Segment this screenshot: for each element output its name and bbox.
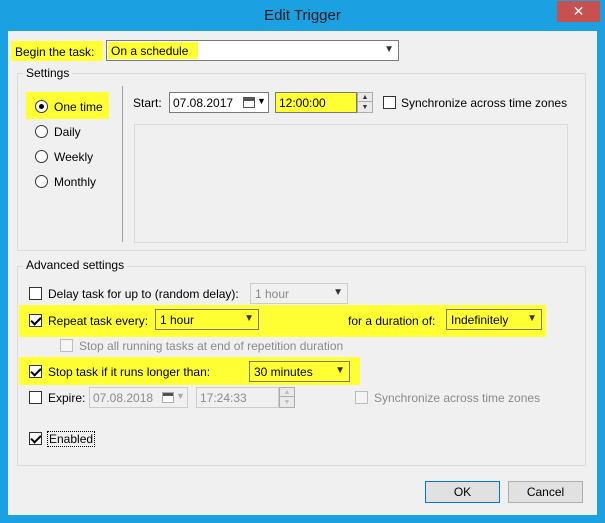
delay-checkbox[interactable] bbox=[29, 287, 42, 300]
chevron-down-icon: ▼ bbox=[244, 313, 254, 324]
stop-all-checkbox[interactable] bbox=[60, 339, 73, 352]
delay-value: 1 hour bbox=[255, 287, 290, 301]
repeat-label: Repeat task every: bbox=[48, 314, 149, 328]
calendar-icon bbox=[243, 97, 255, 108]
expire-time-value: 17:24:33 bbox=[200, 391, 247, 405]
expire-time-field[interactable]: 17:24:33 bbox=[196, 387, 279, 408]
expire-sync-label: Synchronize across time zones bbox=[374, 391, 541, 405]
chevron-down-icon: ▼ bbox=[384, 44, 394, 55]
radio-daily[interactable] bbox=[35, 125, 48, 138]
radio-weekly-label: Weekly bbox=[54, 150, 94, 164]
ok-button[interactable]: OK bbox=[425, 481, 500, 503]
begin-task-label: Begin the task: bbox=[15, 45, 95, 59]
window-title: Edit Trigger bbox=[264, 7, 341, 24]
calendar-icon bbox=[162, 392, 174, 403]
radio-one-time-label: One time bbox=[54, 100, 103, 114]
radio-monthly[interactable] bbox=[35, 175, 48, 188]
chevron-down-icon: ▼ bbox=[527, 313, 537, 324]
expire-checkbox[interactable] bbox=[29, 391, 42, 404]
start-date-value: 07.08.2017 bbox=[173, 96, 234, 110]
advanced-settings-label: Advanced settings bbox=[23, 258, 128, 272]
sync-timezones-label: Synchronize across time zones bbox=[401, 96, 568, 110]
settings-group-label: Settings bbox=[23, 66, 73, 80]
chevron-down-icon: ▼ bbox=[335, 365, 345, 376]
close-button[interactable]: ✕ bbox=[557, 1, 600, 22]
delay-label: Delay task for up to (random delay): bbox=[48, 287, 239, 301]
close-icon: ✕ bbox=[572, 3, 585, 19]
start-label: Start: bbox=[133, 96, 162, 110]
spin-up-icon[interactable]: ▲ bbox=[280, 388, 294, 397]
start-date-picker[interactable]: 07.08.2017 ▼ bbox=[169, 92, 269, 113]
expire-sync-checkbox[interactable] bbox=[355, 391, 368, 404]
radio-one-time[interactable] bbox=[35, 100, 48, 113]
expire-date-value: 07.08.2018 bbox=[93, 391, 154, 405]
stop-all-label: Stop all running tasks at end of repetit… bbox=[79, 339, 344, 353]
radio-monthly-label: Monthly bbox=[54, 175, 97, 189]
chevron-down-icon: ▼ bbox=[333, 287, 343, 298]
spin-down-icon[interactable]: ▼ bbox=[280, 398, 294, 407]
repeat-checkbox[interactable] bbox=[29, 314, 42, 327]
stop-longer-select[interactable]: 30 minutes ▼ bbox=[249, 361, 350, 382]
radio-weekly[interactable] bbox=[35, 150, 48, 163]
start-time-spinner[interactable]: ▲ ▼ bbox=[357, 92, 373, 113]
settings-divider bbox=[122, 86, 123, 242]
stop-longer-checkbox[interactable] bbox=[29, 365, 42, 378]
enabled-label: Enabled bbox=[47, 431, 96, 447]
stop-longer-value: 30 minutes bbox=[254, 365, 313, 379]
duration-value: Indefinitely bbox=[451, 313, 509, 327]
begin-task-value: On a schedule bbox=[111, 44, 189, 58]
dialog-window: Edit Trigger ✕ Begin the task: On a sche… bbox=[0, 0, 605, 523]
expire-label: Expire: bbox=[48, 391, 86, 405]
begin-task-select[interactable]: On a schedule ▼ bbox=[106, 40, 399, 61]
delay-select[interactable]: 1 hour ▼ bbox=[250, 283, 348, 304]
stop-longer-label: Stop task if it runs longer than: bbox=[48, 365, 211, 379]
spin-down-icon[interactable]: ▼ bbox=[358, 103, 372, 112]
duration-select[interactable]: Indefinitely ▼ bbox=[446, 309, 542, 330]
chevron-down-icon: ▼ bbox=[257, 96, 266, 106]
start-time-value: 12:00:00 bbox=[279, 96, 326, 110]
radio-daily-label: Daily bbox=[54, 125, 81, 139]
dialog-body: Begin the task: On a schedule ▼ Settings… bbox=[8, 31, 597, 515]
start-time-field[interactable]: 12:00:00 bbox=[275, 92, 357, 113]
expire-time-spinner[interactable]: ▲ ▼ bbox=[279, 387, 295, 408]
spin-up-icon[interactable]: ▲ bbox=[358, 93, 372, 102]
repeat-interval-value: 1 hour bbox=[160, 313, 195, 327]
title-bar: Edit Trigger ✕ bbox=[0, 0, 605, 31]
duration-label: for a duration of: bbox=[348, 314, 436, 328]
sync-timezones-checkbox[interactable] bbox=[383, 96, 396, 109]
schedule-details-panel bbox=[134, 124, 568, 243]
enabled-checkbox[interactable] bbox=[29, 432, 42, 445]
expire-date-picker[interactable]: 07.08.2018 ▼ bbox=[89, 387, 188, 408]
repeat-interval-select[interactable]: 1 hour ▼ bbox=[155, 309, 259, 330]
cancel-button[interactable]: Cancel bbox=[508, 481, 583, 503]
chevron-down-icon: ▼ bbox=[176, 391, 185, 401]
